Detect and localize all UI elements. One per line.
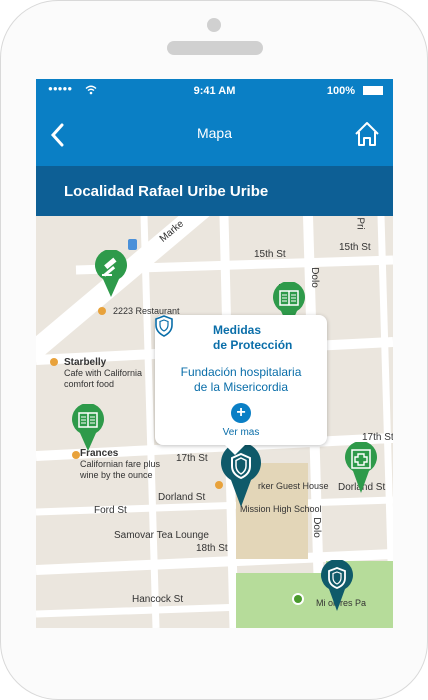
battery-icon	[363, 86, 383, 95]
home-icon[interactable]	[353, 120, 381, 148]
app-screen: ●●●●● 9:41 AM 100% Mapa Localidad Rafael…	[36, 79, 393, 628]
book-icon[interactable]	[71, 404, 105, 452]
poi-frances[interactable]: Frances Californian fare plus wine by th…	[80, 448, 160, 481]
gavel-icon[interactable]	[94, 250, 128, 298]
poi-description: wine by the ounce	[80, 470, 153, 480]
map-view[interactable]: Marke 15th St 15th St Dolo Lan Pri 17th …	[36, 216, 393, 628]
popup-title: Medidas de Protección	[213, 323, 292, 353]
add-icon[interactable]: +	[231, 403, 251, 423]
street-label: 17th St	[176, 453, 208, 464]
street-label: Hancock St	[132, 594, 184, 605]
status-bar: ●●●●● 9:41 AM 100%	[36, 79, 393, 103]
street-label: 18th St	[196, 543, 228, 554]
street-label: Samovar Tea Lounge	[114, 530, 209, 541]
popup-subtitle: Fundación hospitalaria de la Misericordi…	[155, 365, 327, 395]
popup-subtitle-line: de la Misericordia	[193, 380, 289, 394]
street-label: Pri	[354, 217, 366, 230]
phone-speaker	[167, 41, 263, 55]
navigation-bar: Mapa	[36, 103, 393, 166]
battery-percentage: 100%	[326, 85, 355, 97]
street-label: 15th St	[339, 242, 371, 253]
phone-camera	[207, 18, 221, 32]
popup-subtitle-line: Fundación hospitalaria	[180, 365, 302, 379]
poi-name: Starbelly	[64, 357, 107, 368]
popup-title-line: Medidas	[213, 323, 262, 337]
poi-description: Cafe with California	[64, 368, 143, 378]
poi-starbelly[interactable]: Starbelly Cafe with California comfort f…	[64, 357, 142, 390]
street-label: Ford St	[94, 505, 127, 516]
popup-title-line: de Protección	[213, 338, 293, 352]
shield-icon	[155, 315, 173, 337]
poi-description: comfort food	[64, 379, 115, 389]
see-more-link[interactable]: Ver mas	[155, 427, 327, 438]
street-label: Dorland St	[158, 492, 206, 503]
street-label: Dolo	[308, 267, 320, 288]
shield-icon[interactable]	[320, 560, 354, 612]
medical-cross-icon[interactable]	[344, 442, 378, 494]
street-label: Dolo	[310, 517, 322, 538]
locality-title: Localidad Rafael Uribe Uribe	[64, 183, 269, 200]
street-label: 15th St	[254, 249, 286, 260]
poi-guest-house[interactable]: rker Guest House	[258, 481, 329, 492]
page-title: Mapa	[196, 125, 233, 141]
locality-header: Localidad Rafael Uribe Uribe	[36, 166, 393, 216]
info-popup: Medidas de Protección Fundación hospital…	[155, 315, 327, 455]
poi-description: Californian fare plus	[80, 459, 161, 469]
